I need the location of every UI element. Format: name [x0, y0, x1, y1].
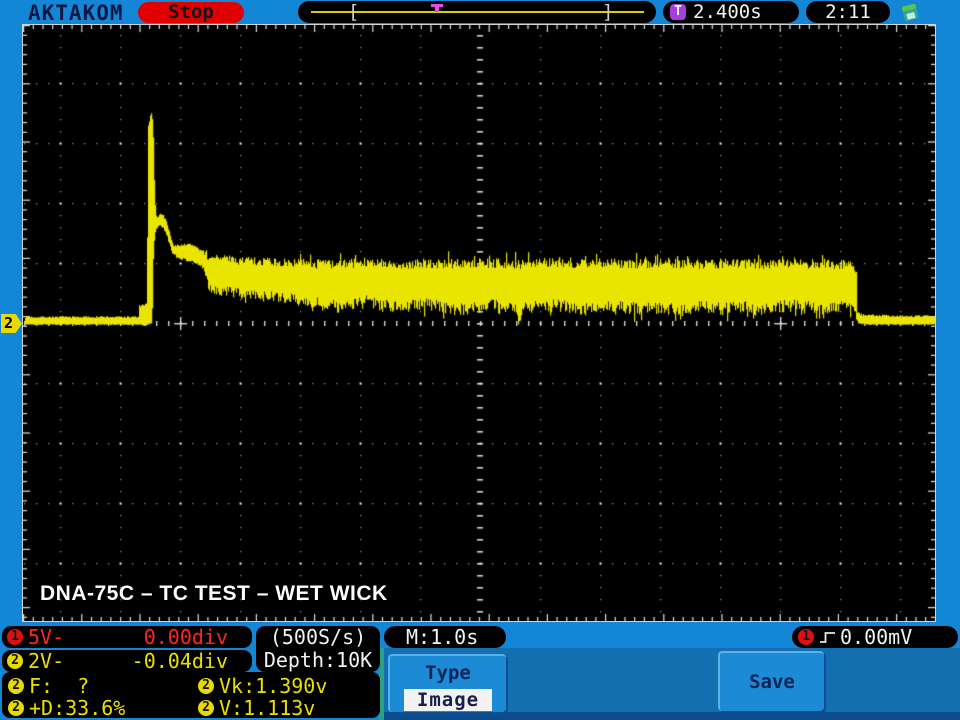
- measurement-value: Vk:1.390v: [219, 675, 327, 697]
- channel2-badge: 2: [7, 653, 23, 669]
- trigger-level-badge: 1 0.00mV: [792, 626, 958, 648]
- trigger-marker-stem: [435, 7, 439, 12]
- ch2-scale: 2V-: [28, 650, 64, 672]
- brand-logo: AKTAKOM: [28, 1, 124, 25]
- window-left-bracket-icon: [: [348, 1, 359, 23]
- measurement-value: +D:33.6%: [29, 697, 125, 719]
- measurement-channel-badge: 2: [8, 678, 24, 694]
- timebase-badge: M:1.0s: [384, 626, 506, 648]
- measurement-channel-badge: 2: [8, 700, 24, 716]
- softkey-save-button[interactable]: Save: [718, 651, 824, 711]
- channel1-badge: 1: [7, 629, 23, 645]
- sample-rate: (500S/s): [256, 626, 380, 649]
- measurements-panel: 2 F: ? 2 Vk:1.390v 2 +D:33.6% 2 V:1.113v: [2, 672, 380, 718]
- menu-bottom-strip: [384, 712, 960, 720]
- rising-edge-icon: [819, 630, 836, 645]
- ch2-status-row: 2 2V- -0.04div: [2, 650, 252, 672]
- softkey-type-button[interactable]: Type Image: [388, 654, 506, 712]
- storage-disk-icon: [899, 2, 921, 23]
- graticule: DNA-75C – TC TEST – WET WICK: [22, 24, 936, 622]
- memory-depth: Depth:10K: [256, 649, 380, 672]
- measurement-value: F: ?: [29, 675, 89, 697]
- run-state-indicator[interactable]: Stop: [138, 2, 244, 23]
- measurement-value: V:1.113v: [219, 697, 315, 719]
- oscilloscope-screen: AKTAKOM Stop [ ] T 2.400s 2:11 DNA-75C –…: [0, 0, 960, 720]
- top-bar: AKTAKOM Stop [ ] T 2.400s 2:11: [0, 0, 960, 25]
- channel2-ground-marker[interactable]: 2: [1, 314, 22, 333]
- acquisition-info-box: (500S/s) Depth:10K: [256, 626, 380, 672]
- channel2-ground-marker-label: 2: [4, 314, 13, 333]
- softkey-type-label: Type: [390, 662, 506, 684]
- ch1-scale: 5V-: [28, 626, 64, 648]
- trigger-t-icon: T: [670, 4, 686, 20]
- measurement-channel-badge: 2: [198, 678, 214, 694]
- trigger-position-bar[interactable]: [ ]: [298, 1, 656, 23]
- trigger-marker-icon[interactable]: [431, 4, 443, 7]
- clock-badge: 2:11: [806, 1, 890, 23]
- status-bar: 1 5V- 0.00div 2 2V- -0.04div (500S/s) De…: [0, 622, 960, 720]
- timebase-value: M:1.0s: [406, 625, 478, 649]
- ch2-offset: -0.04div: [132, 650, 228, 672]
- measurement-channel-badge: 2: [198, 700, 214, 716]
- ch1-offset: 0.00div: [144, 626, 228, 648]
- trigger-time-badge: T 2.400s: [663, 1, 799, 23]
- softkey-type-value[interactable]: Image: [404, 689, 492, 711]
- trigger-time-value: 2.400s: [693, 1, 762, 23]
- trigger-position-line: [311, 11, 644, 13]
- window-right-bracket-icon: ]: [602, 1, 613, 23]
- ch1-status-row: 1 5V- 0.00div: [2, 626, 252, 648]
- trigger-source-badge: 1: [798, 629, 814, 645]
- annotation-title: DNA-75C – TC TEST – WET WICK: [40, 582, 388, 606]
- waveform-canvas: [23, 25, 935, 621]
- trigger-level-value: 0.00mV: [840, 626, 912, 648]
